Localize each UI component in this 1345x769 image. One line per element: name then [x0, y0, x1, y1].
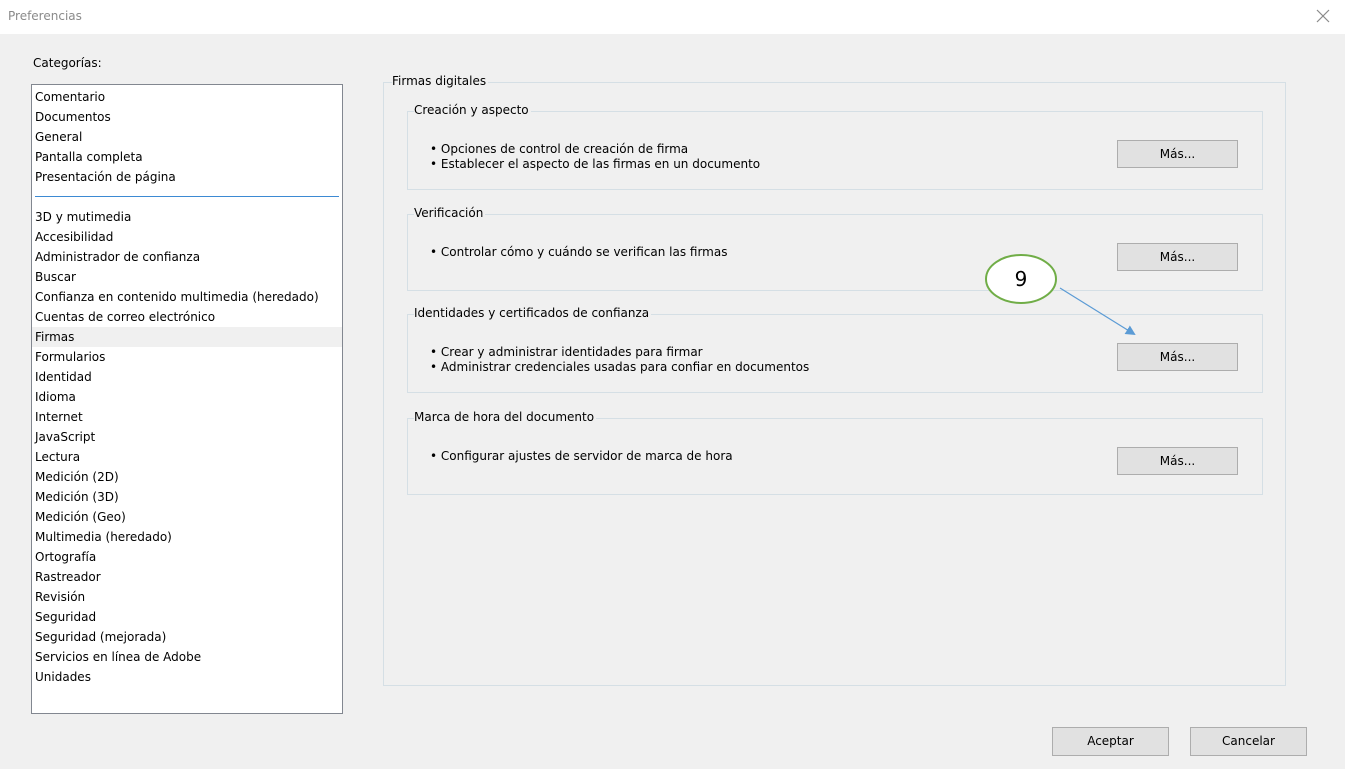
cancel-button[interactable]: Cancelar — [1190, 727, 1307, 756]
category-item[interactable]: Cuentas de correo electrónico — [32, 307, 342, 327]
category-item[interactable]: Lectura — [32, 447, 342, 467]
category-item[interactable]: Internet — [32, 407, 342, 427]
group-title: Firmas digitales — [392, 74, 489, 88]
category-item[interactable]: Servicios en línea de Adobe — [32, 647, 342, 667]
category-item[interactable]: Seguridad (mejorada) — [32, 627, 342, 647]
section-bullet: • Establecer el aspecto de las firmas en… — [430, 157, 761, 171]
section-bullet: • Configurar ajustes de servidor de marc… — [430, 449, 733, 463]
category-item[interactable]: General — [32, 127, 342, 147]
category-item[interactable]: JavaScript — [32, 427, 342, 447]
title-bar: Preferencias — [0, 0, 1345, 34]
creation-more-button[interactable]: Más... — [1117, 140, 1238, 168]
section-bullet: • Controlar cómo y cuándo se verifican l… — [430, 245, 728, 259]
categories-label: Categorías: — [33, 56, 102, 70]
category-item[interactable]: Idioma — [32, 387, 342, 407]
category-item[interactable]: Confianza en contenido multimedia (hered… — [32, 287, 342, 307]
category-item[interactable]: Unidades — [32, 667, 342, 687]
annotation-number: 9 — [1014, 267, 1028, 291]
category-item[interactable]: Administrador de confianza — [32, 247, 342, 267]
category-item[interactable]: Ortografía — [32, 547, 342, 567]
section-title: Creación y aspecto — [414, 103, 531, 117]
category-item[interactable]: Medición (2D) — [32, 467, 342, 487]
timestamp-more-button[interactable]: Más... — [1117, 447, 1238, 475]
category-separator — [35, 196, 339, 197]
window-title: Preferencias — [8, 9, 82, 23]
categories-list[interactable]: Comentario Documentos General Pantalla c… — [31, 84, 343, 714]
category-item[interactable]: Comentario — [32, 87, 342, 107]
category-item[interactable]: Documentos — [32, 107, 342, 127]
section-bullet: • Administrar credenciales usadas para c… — [430, 360, 810, 374]
category-item[interactable]: Buscar — [32, 267, 342, 287]
section-title: Verificación — [414, 206, 486, 220]
category-item[interactable]: Identidad — [32, 367, 342, 387]
close-icon[interactable] — [1313, 6, 1333, 26]
category-item[interactable]: Revisión — [32, 587, 342, 607]
category-item[interactable]: Formularios — [32, 347, 342, 367]
ok-button[interactable]: Aceptar — [1052, 727, 1169, 756]
section-bullet: • Crear y administrar identidades para f… — [430, 345, 703, 359]
category-item[interactable]: Seguridad — [32, 607, 342, 627]
category-item[interactable]: 3D y mutimedia — [32, 207, 342, 227]
category-item[interactable]: Medición (3D) — [32, 487, 342, 507]
identities-more-button[interactable]: Más... — [1117, 343, 1238, 371]
section-bullet: • Opciones de control de creación de fir… — [430, 142, 689, 156]
section-title: Identidades y certificados de confianza — [414, 306, 652, 320]
category-item[interactable]: Medición (Geo) — [32, 507, 342, 527]
category-item[interactable]: Multimedia (heredado) — [32, 527, 342, 547]
verification-more-button[interactable]: Más... — [1117, 243, 1238, 271]
category-item[interactable]: Pantalla completa — [32, 147, 342, 167]
category-item[interactable]: Accesibilidad — [32, 227, 342, 247]
category-item-selected[interactable]: Firmas — [32, 327, 342, 347]
category-item[interactable]: Rastreador — [32, 567, 342, 587]
section-title: Marca de hora del documento — [414, 410, 597, 424]
category-item[interactable]: Presentación de página — [32, 167, 342, 187]
